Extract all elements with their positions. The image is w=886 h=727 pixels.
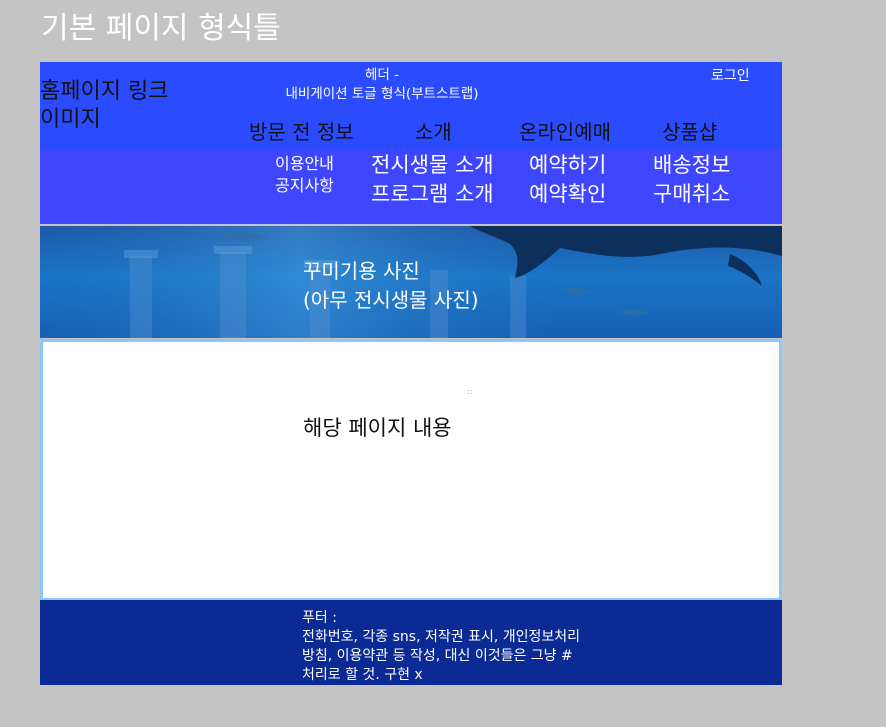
footer-line-2: 전화번호, 각종 sns, 저작권 표시, 개인정보처리 bbox=[302, 629, 581, 645]
subnav-item-program-intro[interactable]: 프로그램 소개 bbox=[371, 180, 494, 209]
footer-line-3: 방침, 이용약관 등 작성, 대신 이것들은 그냥 # bbox=[302, 648, 573, 664]
content-placeholder: 해당 페이지 내용 bbox=[303, 416, 452, 440]
footer-text: 푸터 : 전화번호, 각종 sns, 저작권 표시, 개인정보처리 방침, 이용… bbox=[302, 609, 580, 685]
header: 홈페이지 링크 이미지 헤더 - 내비게이션 토글 형식(부트스트랩) 로그인 … bbox=[40, 62, 782, 150]
subnav-item-exhibit-intro[interactable]: 전시생물 소개 bbox=[371, 151, 494, 180]
subnav-item-notices[interactable]: 공지사항 bbox=[275, 175, 334, 197]
subnav-item-make-booking[interactable]: 예약하기 bbox=[529, 151, 606, 180]
subnav-visit-column: 이용안내 공지사항 bbox=[275, 153, 334, 197]
login-link[interactable]: 로그인 bbox=[711, 66, 750, 86]
home-logo-link[interactable]: 홈페이지 링크 이미지 bbox=[40, 78, 200, 134]
footer: 푸터 : 전화번호, 각종 sns, 저작권 표시, 개인정보처리 방침, 이용… bbox=[40, 600, 782, 685]
nav-online-booking[interactable]: 온라인예매 bbox=[519, 118, 611, 146]
banner-caption-line-1: 꾸미기용 사진 bbox=[303, 259, 420, 283]
header-note-line-1: 헤더 - bbox=[364, 67, 399, 83]
subnav-booking-column: 예약하기 예약확인 bbox=[529, 151, 606, 209]
logo-line-1: 홈페이지 링크 bbox=[40, 79, 169, 104]
page-title: 기본 페이지 형식틀 bbox=[41, 11, 281, 46]
banner-caption-line-2: (아무 전시생물 사진) bbox=[303, 288, 479, 312]
subnav-item-shipping-info[interactable]: 배송정보 bbox=[653, 151, 730, 180]
subnav-item-cancel-purchase[interactable]: 구매취소 bbox=[653, 180, 730, 209]
main-content: :: 해당 페이지 내용 bbox=[40, 339, 782, 601]
banner-photo: 꾸미기용 사진 (아무 전시생물 사진) bbox=[40, 226, 782, 338]
header-note-line-2: 내비게이션 토글 형식(부트스트랩) bbox=[285, 86, 479, 102]
header-note: 헤더 - 내비게이션 토글 형식(부트스트랩) bbox=[262, 66, 502, 104]
logo-line-2: 이미지 bbox=[40, 107, 101, 132]
subnav-item-check-booking[interactable]: 예약확인 bbox=[529, 180, 606, 209]
subnav-intro-column: 전시생물 소개 프로그램 소개 bbox=[371, 151, 494, 209]
nav-shop[interactable]: 상품샵 bbox=[662, 118, 717, 146]
footer-line-1: 푸터 : bbox=[302, 610, 337, 626]
subnav-item-usage-guide[interactable]: 이용안내 bbox=[275, 153, 334, 175]
content-marker: :: bbox=[467, 387, 473, 396]
banner-caption: 꾸미기용 사진 (아무 전시생물 사진) bbox=[303, 257, 479, 315]
nav-intro[interactable]: 소개 bbox=[415, 118, 452, 146]
subnav-dropdown: 이용안내 공지사항 전시생물 소개 프로그램 소개 예약하기 예약확인 배송정보… bbox=[40, 150, 782, 224]
nav-visit-info[interactable]: 방문 전 정보 bbox=[249, 118, 354, 146]
footer-line-4: 처리로 할 것. 구현 x bbox=[302, 667, 423, 683]
subnav-shop-column: 배송정보 구매취소 bbox=[653, 151, 730, 209]
